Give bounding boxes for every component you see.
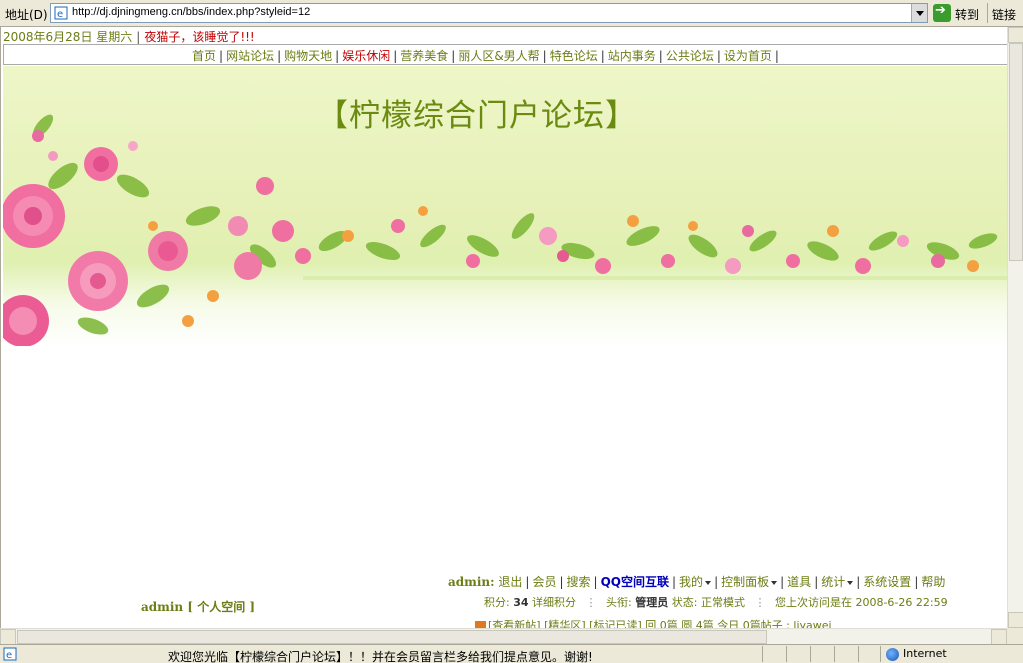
go-button[interactable]: 转到 [932, 3, 984, 23]
nav-items: 首页 | 网站论坛 | 购物天地 | 娱乐休闲 | 营养美食 | 丽人区&男人帮 | 特色论坛 | 站内事务… [192, 49, 779, 63]
scrollbar-corner [1007, 628, 1023, 644]
page-icon: e [54, 6, 68, 20]
username: admin [141, 600, 184, 614]
user-row-3: [查看新帖] [精华区] [标记已读] 回 0篇 圆 4篇 今日 0篇帖子 : … [475, 617, 832, 628]
last-visit-label: 您上次访问是在 [774, 596, 852, 609]
go-label: 转到 [955, 8, 980, 22]
nav-item-home[interactable]: 首页 [192, 49, 216, 63]
nav-item-featured[interactable]: 特色论坛 [550, 49, 598, 63]
globe-icon [886, 647, 899, 661]
user-links: admin: 退出 | 会员 | 搜索 | QQ空间互联 | 我的 | 控制面板 | 道具 | 统计 | 系统设… [448, 575, 946, 589]
rss-icon [475, 620, 486, 628]
nav-item-entertainment[interactable]: 娱乐休闲 [342, 49, 390, 63]
banner: 【柠檬综合门户论坛】 [3, 66, 1007, 346]
scroll-up-arrow[interactable] [1008, 27, 1023, 43]
divider: | [136, 30, 141, 44]
scroll-left-arrow[interactable] [0, 629, 16, 645]
user-stats: 积分: 34 详细积分 ⋮ 头衔: 管理员 状态: 正常模式 ⋮ 您上次访问是在… [484, 596, 948, 609]
page-status-icon: e [3, 647, 17, 661]
vertical-scrollbar[interactable] [1007, 27, 1023, 628]
nav-item-forum[interactable]: 网站论坛 [226, 49, 274, 63]
points-value: 34 [513, 596, 529, 609]
my-menu-label: 我的 [679, 575, 704, 589]
rank-label: 头衔: [606, 596, 632, 609]
members-link[interactable]: 会员 [532, 575, 556, 589]
forum-title: 【柠檬综合门户论坛】 [317, 98, 637, 134]
new-posts-row[interactable]: [查看新帖] [精华区] [标记已读] 回 0篇 圆 4篇 今日 0篇帖子 : … [488, 619, 832, 628]
last-visit-value: 2008-6-26 22:59 [855, 596, 948, 609]
nav-item-site-affairs[interactable]: 站内事务 [608, 49, 656, 63]
user-panel-left: admin [ 个人空间 ] [141, 598, 255, 615]
status-text: 欢迎您光临【柠檬综合门户论坛】！！并在会员留言栏多给我们提点意见。谢谢! [168, 650, 593, 663]
rank-value: 管理员 [635, 596, 669, 609]
horizontal-scrollbar[interactable] [0, 628, 1007, 645]
points-detail-link[interactable]: 详细积分 [532, 596, 576, 609]
logout-link[interactable]: 退出 [498, 575, 522, 589]
chevron-down-icon [771, 580, 778, 585]
svg-text:e: e [57, 9, 63, 20]
settings-link[interactable]: 系统设置 [863, 575, 911, 589]
greeting-message: 夜猫子，该睡觉了!!! [144, 30, 255, 44]
nav-item-public-forum[interactable]: 公共论坛 [666, 49, 714, 63]
links-button[interactable]: 链接 [992, 6, 1016, 23]
username-label: admin: [448, 575, 495, 589]
nav-item-shopping[interactable]: 购物天地 [284, 49, 332, 63]
url-text: http://dj.djningmeng.cn/bbs/index.php?st… [72, 6, 311, 18]
status-value: 正常模式 [700, 596, 745, 609]
my-menu[interactable]: 我的 [679, 575, 712, 589]
chevron-down-icon [847, 580, 854, 585]
top-info: 2008年6月28日 星期六 | 夜猫子，该睡觉了!!! [3, 28, 255, 45]
control-panel-label: 控制面板 [721, 575, 770, 589]
address-bar: 地址(D) e http://dj.djningmeng.cn/bbs/inde… [0, 0, 1023, 27]
status-label: 状态: [671, 596, 698, 609]
status-bar: e 欢迎您光临【柠檬综合门户论坛】！！并在会员留言栏多给我们提点意见。谢谢! I… [0, 644, 1023, 663]
qq-space-link[interactable]: QQ空间互联 [601, 575, 669, 589]
vertical-scroll-thumb[interactable] [1009, 43, 1023, 261]
url-input[interactable]: e http://dj.djningmeng.cn/bbs/index.php?… [50, 3, 928, 23]
zone-label: Internet [903, 647, 947, 660]
page-viewport: 2008年6月28日 星期六 | 夜猫子，该睡觉了!!! 首页 | 网站论坛 | 购物天地 |… [0, 27, 1007, 628]
help-link[interactable]: 帮助 [921, 575, 945, 589]
stats-menu[interactable]: 统计 [821, 575, 854, 589]
current-date: 2008年6月28日 星期六 [3, 30, 133, 44]
nav-item-food[interactable]: 营养美食 [400, 49, 448, 63]
horizontal-scroll-thumb[interactable] [17, 630, 767, 644]
control-panel-menu[interactable]: 控制面板 [721, 575, 778, 589]
nav-item-lifestyle[interactable]: 丽人区&男人帮 [458, 49, 539, 63]
tools-link[interactable]: 道具 [787, 575, 811, 589]
scroll-right-arrow[interactable] [991, 629, 1007, 645]
nav-item-set-homepage[interactable]: 设为首页 [724, 49, 772, 63]
chevron-down-icon [705, 580, 712, 585]
address-label: 地址(D) [5, 8, 48, 22]
main-nav: 首页 | 网站论坛 | 购物天地 | 娱乐休闲 | 营养美食 | 丽人区&男人帮 | 特色论坛 | 站内事务… [3, 44, 1007, 65]
svg-text:e: e [6, 650, 12, 661]
toolbar-divider [987, 3, 988, 23]
stats-label: 统计 [821, 575, 846, 589]
url-dropdown-button[interactable] [911, 4, 927, 22]
search-link[interactable]: 搜索 [567, 575, 591, 589]
go-arrow-icon [933, 3, 951, 22]
personal-space-link[interactable]: [ 个人空间 ] [187, 600, 255, 614]
points-label: 积分: [484, 596, 510, 609]
security-zone: Internet [886, 647, 947, 661]
scroll-down-arrow[interactable] [1008, 612, 1023, 628]
